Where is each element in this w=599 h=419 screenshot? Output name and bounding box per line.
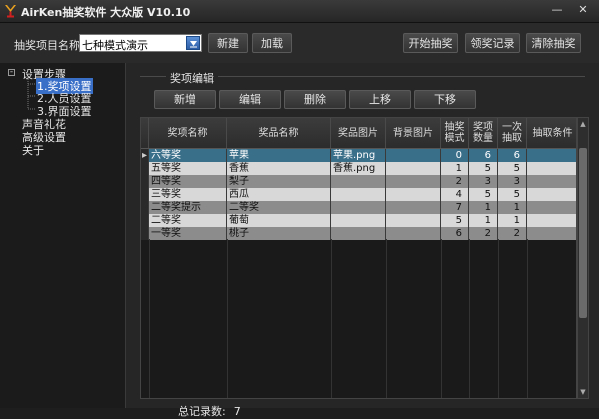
column-header[interactable]: 背景图片 <box>386 118 441 148</box>
move-up-button[interactable]: 上移 <box>349 90 411 109</box>
column-header[interactable]: 抽取条件 <box>527 118 576 148</box>
main-panel: 奖项编辑 新增 编辑 删除 上移 下移 奖项名称 奖品名称 奖品图片 背景图片 … <box>126 63 599 418</box>
project-select[interactable]: 七种模式演示 <box>79 34 202 52</box>
record-count-label: 总记录数: <box>178 405 226 418</box>
column-header[interactable]: 抽奖模式 <box>441 118 469 148</box>
start-draw-button[interactable]: 开始抽奖 <box>403 33 458 53</box>
column-grid-lines <box>149 239 528 398</box>
title-bar: AirKen抽奖软件 大众版 V10.10 — ✕ <box>0 0 599 23</box>
prize-table: 奖项名称 奖品名称 奖品图片 背景图片 抽奖模式 奖项数量 一次抽取 抽取条件 … <box>140 117 577 399</box>
column-header[interactable]: 奖项名称 <box>149 118 227 148</box>
record-count: 总记录数: 7 <box>178 403 249 419</box>
table-vertical-scrollbar[interactable]: ▲ ▼ <box>577 117 589 399</box>
add-prize-button[interactable]: 新增 <box>154 90 216 109</box>
scrollbar-thumb[interactable] <box>579 148 587 318</box>
claim-record-button[interactable]: 领奖记录 <box>465 33 520 53</box>
table-header: 奖项名称 奖品名称 奖品图片 背景图片 抽奖模式 奖项数量 一次抽取 抽取条件 <box>141 118 576 149</box>
minimize-icon[interactable]: — <box>548 3 566 17</box>
settings-tree: - 设置步骤 1.奖项设置 2.人员设置 3.界面设置 声音礼花 高级设置 关于 <box>0 63 126 408</box>
row-indicator-header <box>141 118 149 148</box>
window-title: AirKen抽奖软件 大众版 V10.10 <box>21 6 191 19</box>
app-logo-icon <box>5 5 16 18</box>
delete-prize-button[interactable]: 删除 <box>284 90 346 109</box>
project-label: 抽奖项目名称 <box>14 39 80 52</box>
tree-lines <box>27 77 35 110</box>
toolbar: 抽奖项目名称 七种模式演示 新建 加载 开始抽奖 领奖记录 清除抽奖 <box>0 23 599 63</box>
load-button[interactable]: 加载 <box>252 33 292 53</box>
clear-draw-button[interactable]: 清除抽奖 <box>526 33 581 53</box>
column-header[interactable]: 奖品名称 <box>227 118 331 148</box>
edit-prize-button[interactable]: 编辑 <box>219 90 281 109</box>
scroll-up-icon[interactable]: ▲ <box>579 120 587 128</box>
scroll-down-icon[interactable]: ▼ <box>579 388 587 396</box>
column-header[interactable]: 一次抽取 <box>498 118 527 148</box>
project-select-value: 七种模式演示 <box>82 39 148 52</box>
new-button[interactable]: 新建 <box>208 33 248 53</box>
close-icon[interactable]: ✕ <box>574 3 592 17</box>
section-title: 奖项编辑 <box>166 70 218 86</box>
dropdown-arrow-icon[interactable] <box>186 36 200 50</box>
tree-item-about[interactable]: 关于 <box>22 142 44 158</box>
record-count-value: 7 <box>233 405 241 418</box>
column-header[interactable]: 奖品图片 <box>331 118 386 148</box>
move-down-button[interactable]: 下移 <box>414 90 476 109</box>
column-header[interactable]: 奖项数量 <box>469 118 498 148</box>
